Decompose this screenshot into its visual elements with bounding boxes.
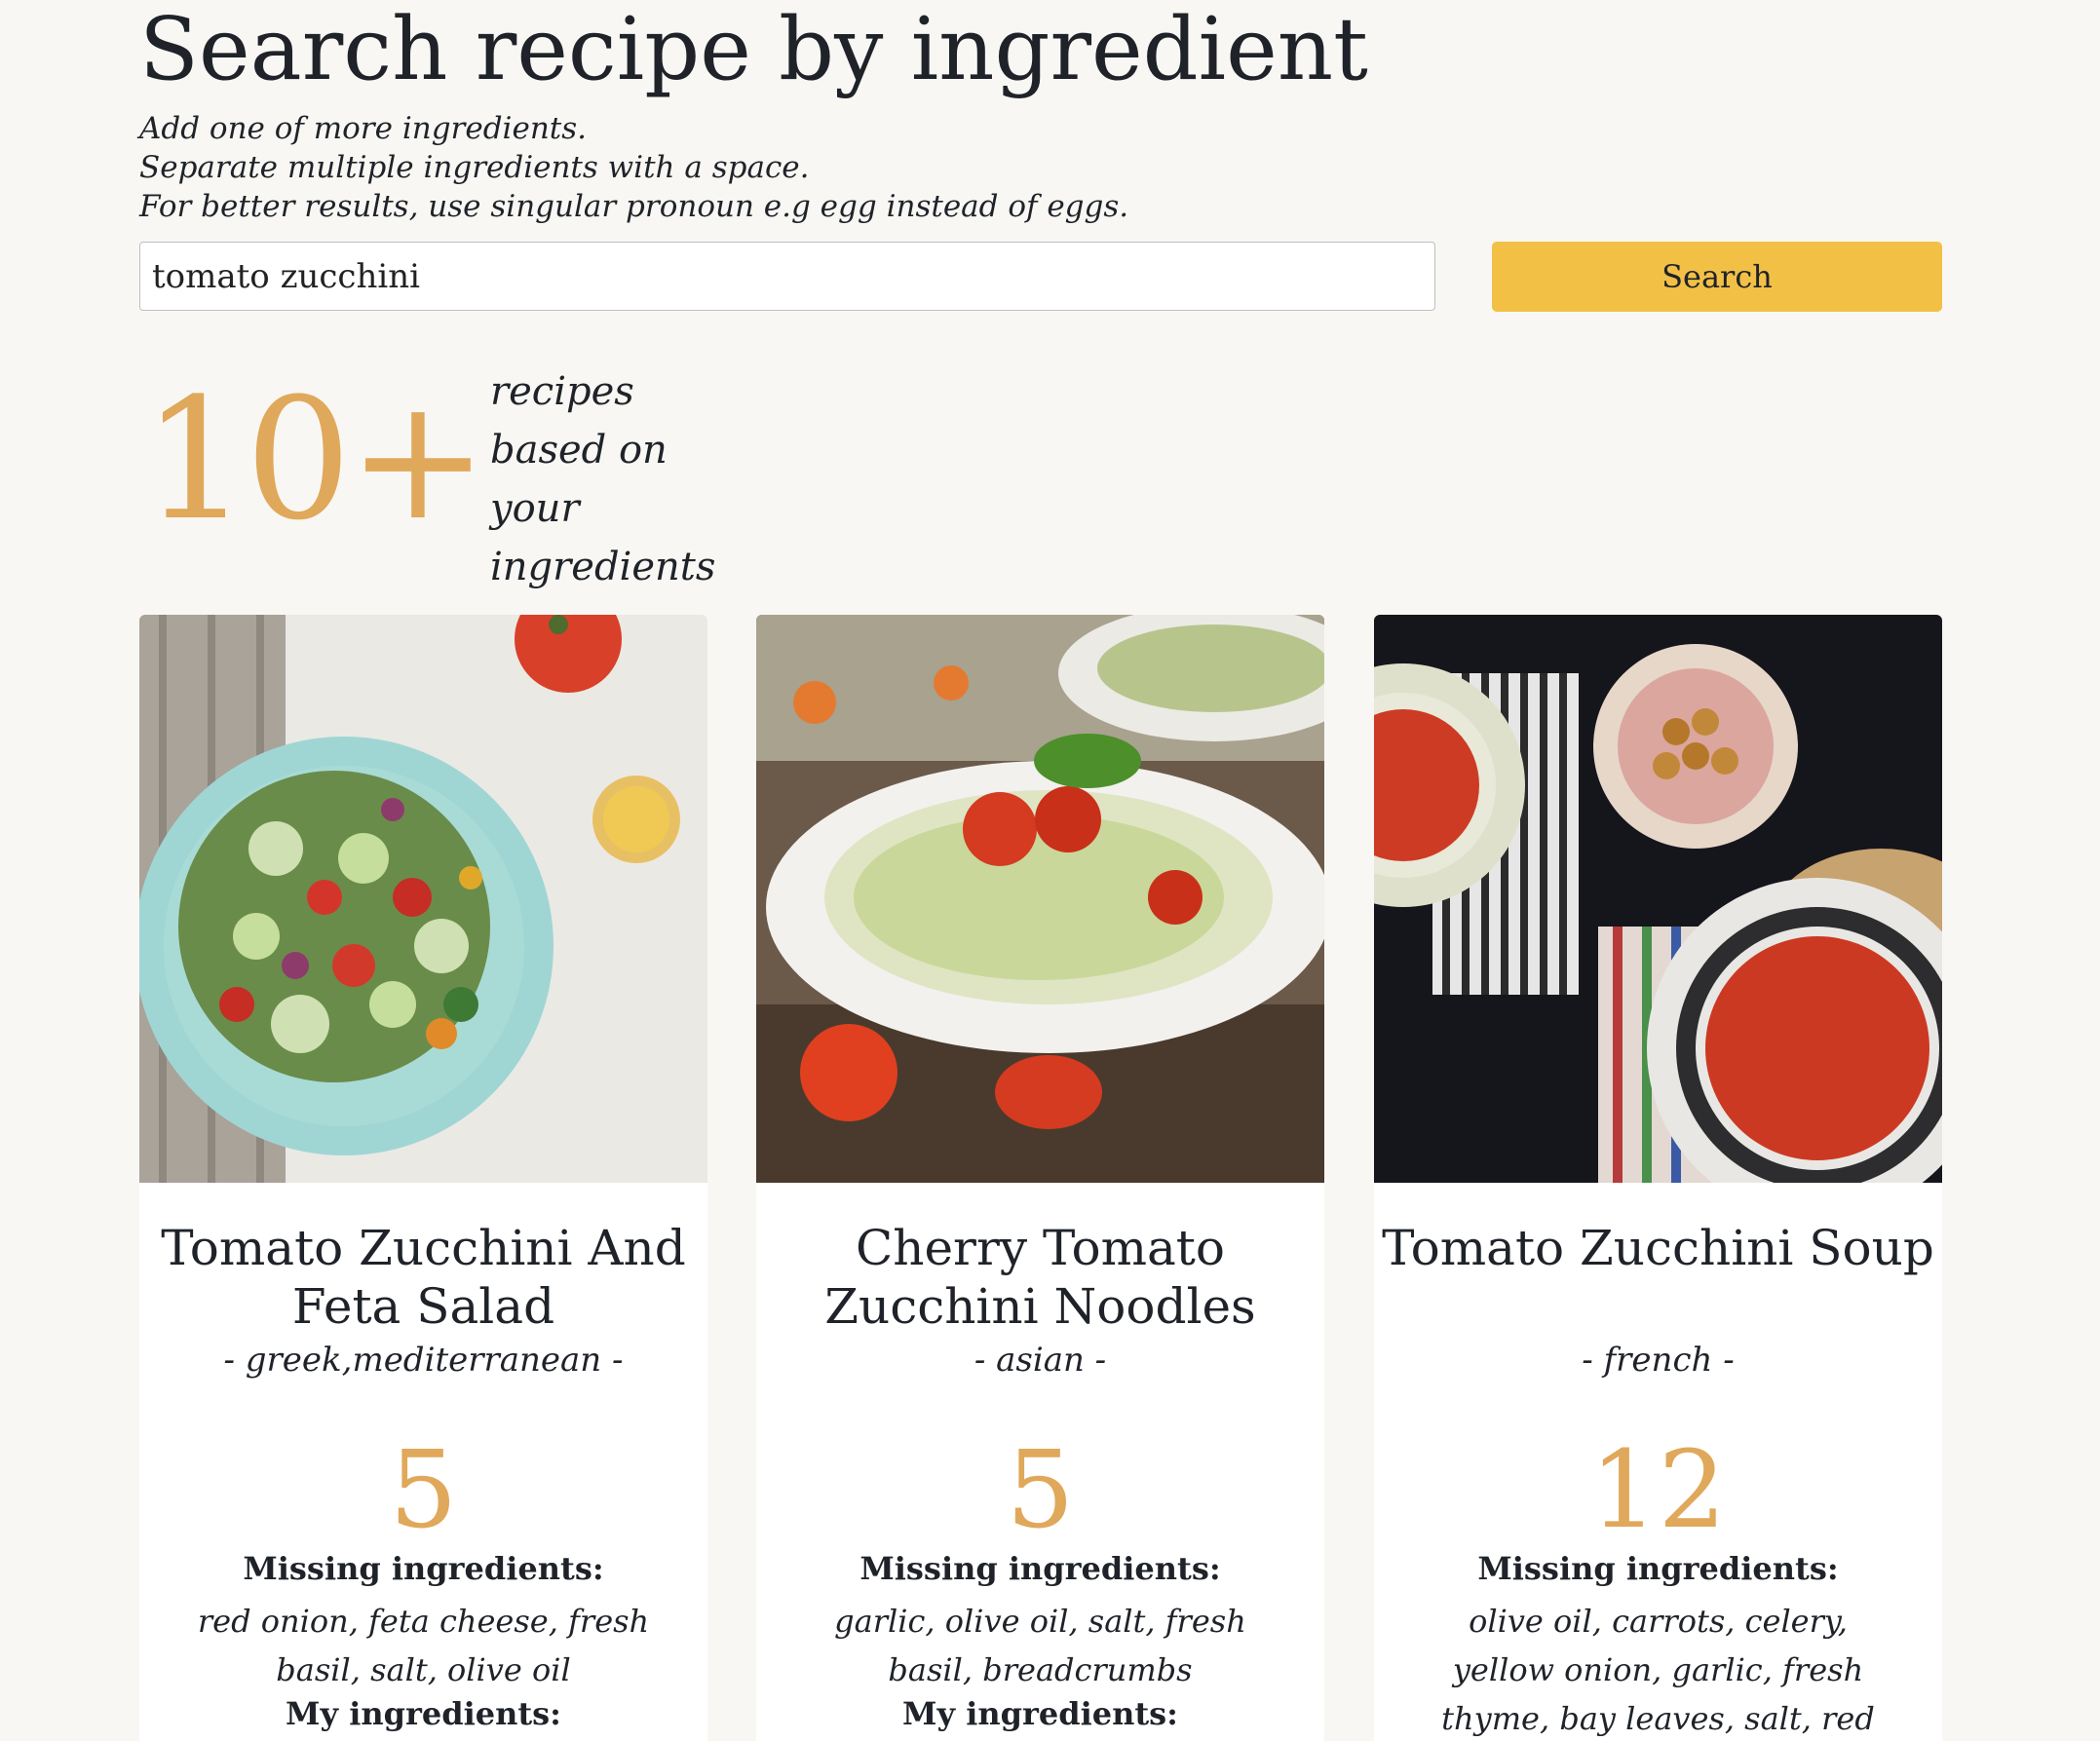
search-button[interactable]: Search — [1492, 242, 1942, 312]
results-description: recipes based on your ingredients — [490, 369, 716, 589]
missing-ingredients-list: red onion, feta cheese, fresh basil, sal… — [197, 1603, 650, 1688]
recipe-image-noodles[interactable] — [756, 615, 1324, 1183]
search-hints: Add one of more ingredients. Separate mu… — [139, 109, 1128, 226]
recipe-cuisine: - asian - — [974, 1341, 1107, 1380]
missing-count: 12 — [1589, 1427, 1727, 1552]
recipe-card[interactable]: Tomato Zucchini And Feta Salad - greek,m… — [139, 615, 707, 1741]
recipe-title[interactable]: Tomato Zucchini Soup — [1374, 1219, 1942, 1277]
ingredient-search-input[interactable] — [139, 242, 1435, 311]
recipe-title[interactable]: Tomato Zucchini And Feta Salad — [139, 1219, 707, 1336]
recipe-title[interactable]: Cherry Tomato Zucchini Noodles — [756, 1219, 1324, 1336]
recipe-card[interactable]: Cherry Tomato Zucchini Noodles - asian -… — [756, 615, 1324, 1741]
my-ingredients-label: My ingredients: — [286, 1695, 561, 1732]
recipe-cuisine: - greek,mediterranean - — [223, 1341, 624, 1380]
recipe-image-soup[interactable] — [1374, 615, 1942, 1183]
recipe-cuisine: - french - — [1582, 1341, 1735, 1380]
recipe-image-salad[interactable] — [139, 615, 707, 1183]
missing-ingredients-label: Missing ingredients: — [243, 1550, 604, 1587]
missing-count: 5 — [389, 1427, 458, 1552]
missing-count: 5 — [1006, 1427, 1075, 1552]
hint-line: For better results, use singular pronoun… — [139, 189, 1129, 224]
missing-ingredients-label: Missing ingredients: — [859, 1550, 1221, 1587]
missing-ingredients-list: olive oil, carrots, celery, yellow onion… — [1441, 1603, 1875, 1737]
recipe-search-page: Search recipe by ingredient Add one of m… — [0, 0, 2100, 1741]
hint-line: Separate multiple ingredients with a spa… — [139, 150, 810, 185]
my-ingredients-label: My ingredients: — [902, 1695, 1178, 1732]
page-title: Search recipe by ingredient — [139, 0, 1368, 99]
missing-ingredients-list: garlic, olive oil, salt, fresh basil, br… — [834, 1603, 1246, 1688]
missing-ingredients-label: Missing ingredients: — [1477, 1550, 1839, 1587]
recipe-card[interactable]: Tomato Zucchini Soup - french - 12 Missi… — [1374, 615, 1942, 1741]
results-count: 10+ — [142, 361, 488, 557]
hint-line: Add one of more ingredients. — [139, 111, 588, 146]
